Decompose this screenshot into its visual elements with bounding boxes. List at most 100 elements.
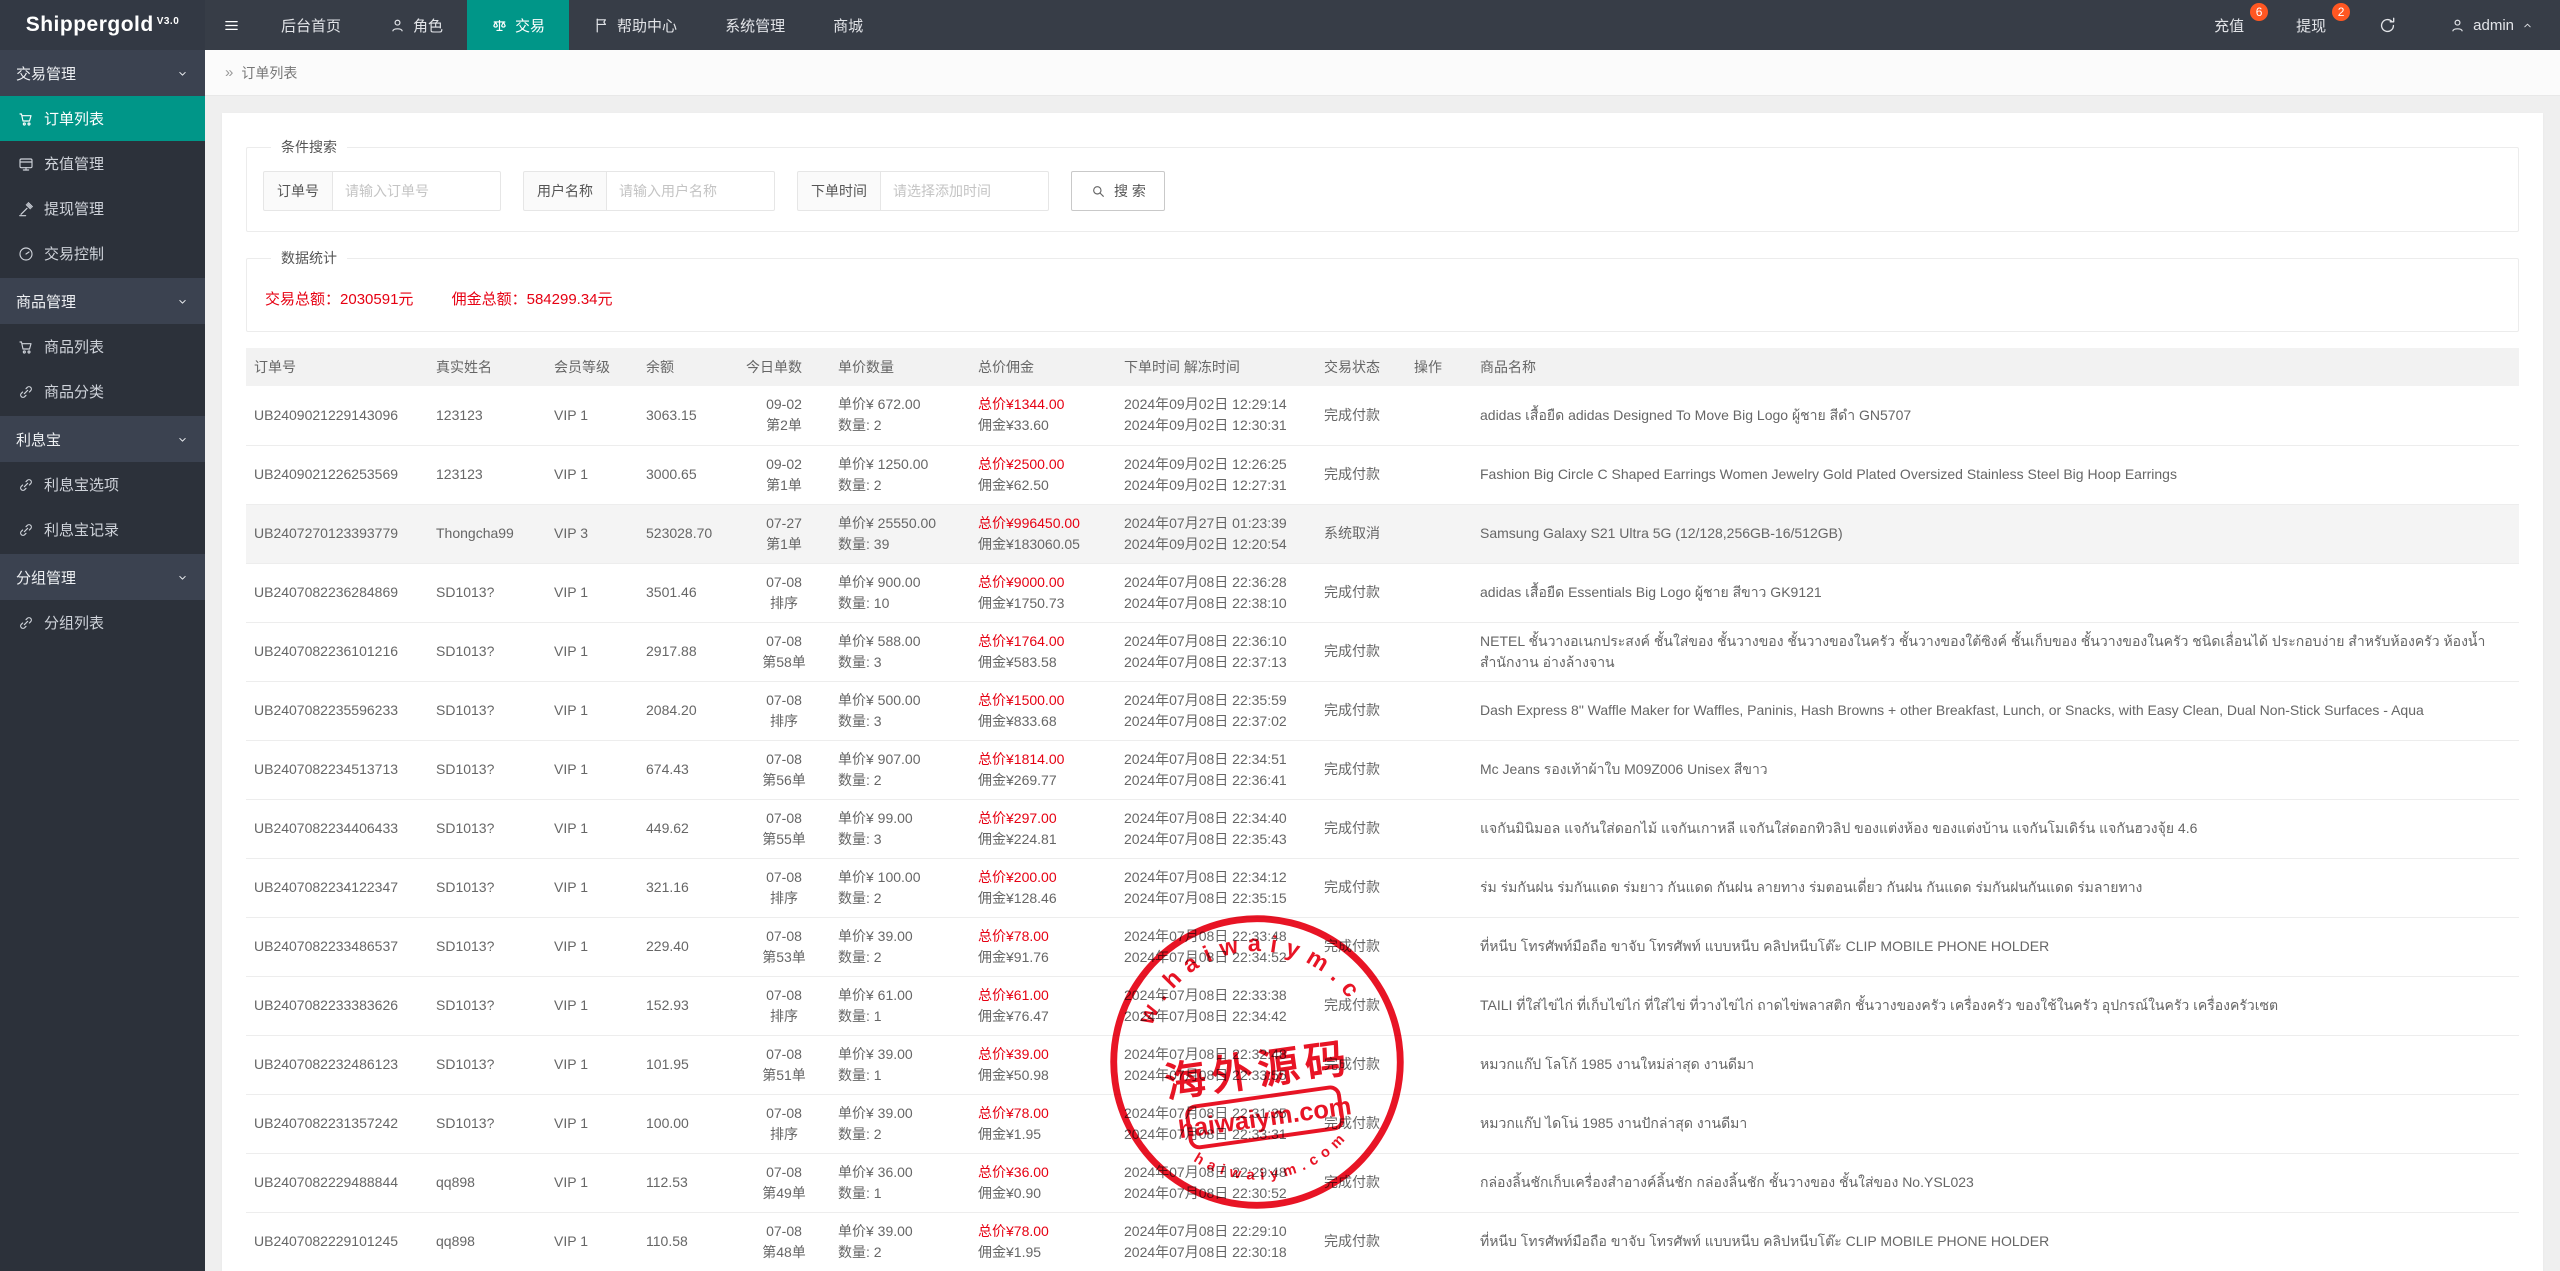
cell-line-1: 09-02 <box>746 394 822 415</box>
nav-item-4[interactable]: 帮助中心 <box>569 0 701 50</box>
sidebar-item-link-2-1[interactable]: 利息宝记录 <box>0 507 205 552</box>
status-text: 完成付款 <box>1324 643 1380 659</box>
cell-real-name: SD1013? <box>428 976 546 1035</box>
order-no-label: 订单号 <box>263 171 333 211</box>
order-no: UB2407082234122347 <box>254 879 398 895</box>
cell-real-name: SD1013? <box>428 799 546 858</box>
col-header: 总价佣金 <box>970 348 1116 386</box>
user-name-label: 用户名称 <box>523 171 607 211</box>
real-name: SD1013? <box>436 761 494 777</box>
cell-day-order-count: 09-02第2单 <box>738 386 830 445</box>
cell-line-2: 数量: 1 <box>838 1065 962 1086</box>
balance: 3000.65 <box>646 466 697 482</box>
vip-level: VIP 1 <box>554 820 588 836</box>
real-name: SD1013? <box>436 879 494 895</box>
user-menu[interactable]: admin <box>2423 0 2560 50</box>
cell-actions <box>1406 1153 1472 1212</box>
table-row: UB2407082236101216SD1013?VIP 12917.8807-… <box>246 622 2519 681</box>
sidebar-toggle-button[interactable] <box>205 0 257 50</box>
real-name: 123123 <box>436 407 483 423</box>
cell-times: 2024年07月08日 22:32:482024年07月08日 22:33:55 <box>1116 1035 1316 1094</box>
cell-real-name: SD1013? <box>428 1035 546 1094</box>
cell-total-commission: 总价¥78.00佣金¥91.76 <box>970 917 1116 976</box>
real-name: qq898 <box>436 1233 475 1249</box>
cell-day-order-count: 07-08第53单 <box>738 917 830 976</box>
cell-line-2: 数量: 2 <box>838 415 962 436</box>
cell-real-name: qq898 <box>428 1212 546 1271</box>
sidebar-group-1[interactable]: 交易管理 <box>0 50 205 96</box>
cell-price-qty: 单价¥ 36.00数量: 1 <box>830 1153 970 1212</box>
sidebar-item-cart-1-0[interactable]: 商品列表 <box>0 324 205 369</box>
cell-line-2: 2024年09月02日 12:20:54 <box>1124 534 1308 555</box>
sidebar-item-gauge-0-3[interactable]: 交易控制 <box>0 231 205 276</box>
recharge-button[interactable]: 充值 6 <box>2188 0 2270 50</box>
cell-total-commission: 总价¥2500.00佣金¥62.50 <box>970 445 1116 504</box>
cell-actions <box>1406 445 1472 504</box>
sidebar-item-link-2-0[interactable]: 利息宝选项 <box>0 462 205 507</box>
cell-order-no: UB2407082235596233 <box>246 681 428 740</box>
real-name: 123123 <box>436 466 483 482</box>
cell-line-1: 07-08 <box>746 867 822 888</box>
cell-line-2: 佣金¥91.76 <box>978 947 1108 968</box>
cell-times: 2024年07月27日 01:23:392024年09月02日 12:20:54 <box>1116 504 1316 563</box>
cell-actions <box>1406 740 1472 799</box>
refresh-button[interactable] <box>2352 0 2423 50</box>
order-no-input[interactable] <box>333 171 501 211</box>
hamburger-icon <box>223 17 240 34</box>
col-header: 单价数量 <box>830 348 970 386</box>
nav-item-2[interactable]: 角色 <box>365 0 467 50</box>
vip-level: VIP 1 <box>554 584 588 600</box>
order-no: UB2409021229143096 <box>254 407 398 423</box>
withdraw-button[interactable]: 提现 2 <box>2270 0 2352 50</box>
sidebar-item-link-1-1[interactable]: 商品分类 <box>0 369 205 414</box>
cell-times: 2024年07月08日 22:36:102024年07月08日 22:37:13 <box>1116 622 1316 681</box>
nav-item-1[interactable]: 后台首页 <box>257 0 365 50</box>
vip-level: VIP 1 <box>554 702 588 718</box>
cell-day-order-count: 09-02第1单 <box>738 445 830 504</box>
col-header: 真实姓名 <box>428 348 546 386</box>
sidebar-item-gavel-0-2[interactable]: 提现管理 <box>0 186 205 231</box>
cell-order-no: UB2407082232486123 <box>246 1035 428 1094</box>
cell-line-1: 总价¥1814.00 <box>978 749 1108 770</box>
sidebar-item-card-0-1[interactable]: 充值管理 <box>0 141 205 186</box>
app-version: V3.0 <box>157 16 180 27</box>
real-name: SD1013? <box>436 702 494 718</box>
gauge-icon <box>18 246 34 262</box>
cell-line-2: 佣金¥1.95 <box>978 1124 1108 1145</box>
cell-vip-level: VIP 1 <box>546 445 638 504</box>
nav-item-5[interactable]: 系统管理 <box>701 0 809 50</box>
cell-total-commission: 总价¥996450.00佣金¥183060.05 <box>970 504 1116 563</box>
cell-day-order-count: 07-08第49单 <box>738 1153 830 1212</box>
withdraw-badge: 2 <box>2332 3 2350 21</box>
cell-actions <box>1406 386 1472 445</box>
stats-panel-title: 数据统计 <box>271 248 347 268</box>
nav-item-6[interactable]: 商城 <box>809 0 887 50</box>
table-row: UB2407082236284869SD1013?VIP 13501.4607-… <box>246 563 2519 622</box>
cell-balance: 674.43 <box>638 740 738 799</box>
user-name-input[interactable] <box>607 171 775 211</box>
cell-line-2: 佣金¥50.98 <box>978 1065 1108 1086</box>
top-nav-right: 充值 6 提现 2 admin <box>2188 0 2560 50</box>
app-title: Shippergold <box>26 13 154 37</box>
sidebar-group-4[interactable]: 分组管理 <box>0 554 205 600</box>
sidebar-group-3[interactable]: 利息宝 <box>0 416 205 462</box>
balance: 3501.46 <box>646 584 697 600</box>
cell-price-qty: 单价¥ 39.00数量: 2 <box>830 1094 970 1153</box>
nav-item-3[interactable]: 交易 <box>467 0 569 50</box>
cell-status: 完成付款 <box>1316 976 1406 1035</box>
cell-line-2: 排序 <box>746 711 822 732</box>
cell-status: 完成付款 <box>1316 386 1406 445</box>
balance: 112.53 <box>646 1174 688 1190</box>
sidebar-item-cart-0-0[interactable]: 订单列表 <box>0 96 205 141</box>
sidebar-item-link-3-0[interactable]: 分组列表 <box>0 600 205 645</box>
real-name: Thongcha99 <box>436 525 514 541</box>
search-button[interactable]: 搜 索 <box>1071 171 1165 211</box>
sidebar-group-2[interactable]: 商品管理 <box>0 278 205 324</box>
cell-line-2: 第1单 <box>746 475 822 496</box>
chevron-icon <box>176 433 189 446</box>
status-text: 系统取消 <box>1324 525 1380 541</box>
order-time-input[interactable] <box>881 171 1049 211</box>
vip-level: VIP 1 <box>554 1174 588 1190</box>
cell-line-2: 佣金¥583.58 <box>978 652 1108 673</box>
cell-times: 2024年07月08日 22:34:122024年07月08日 22:35:15 <box>1116 858 1316 917</box>
